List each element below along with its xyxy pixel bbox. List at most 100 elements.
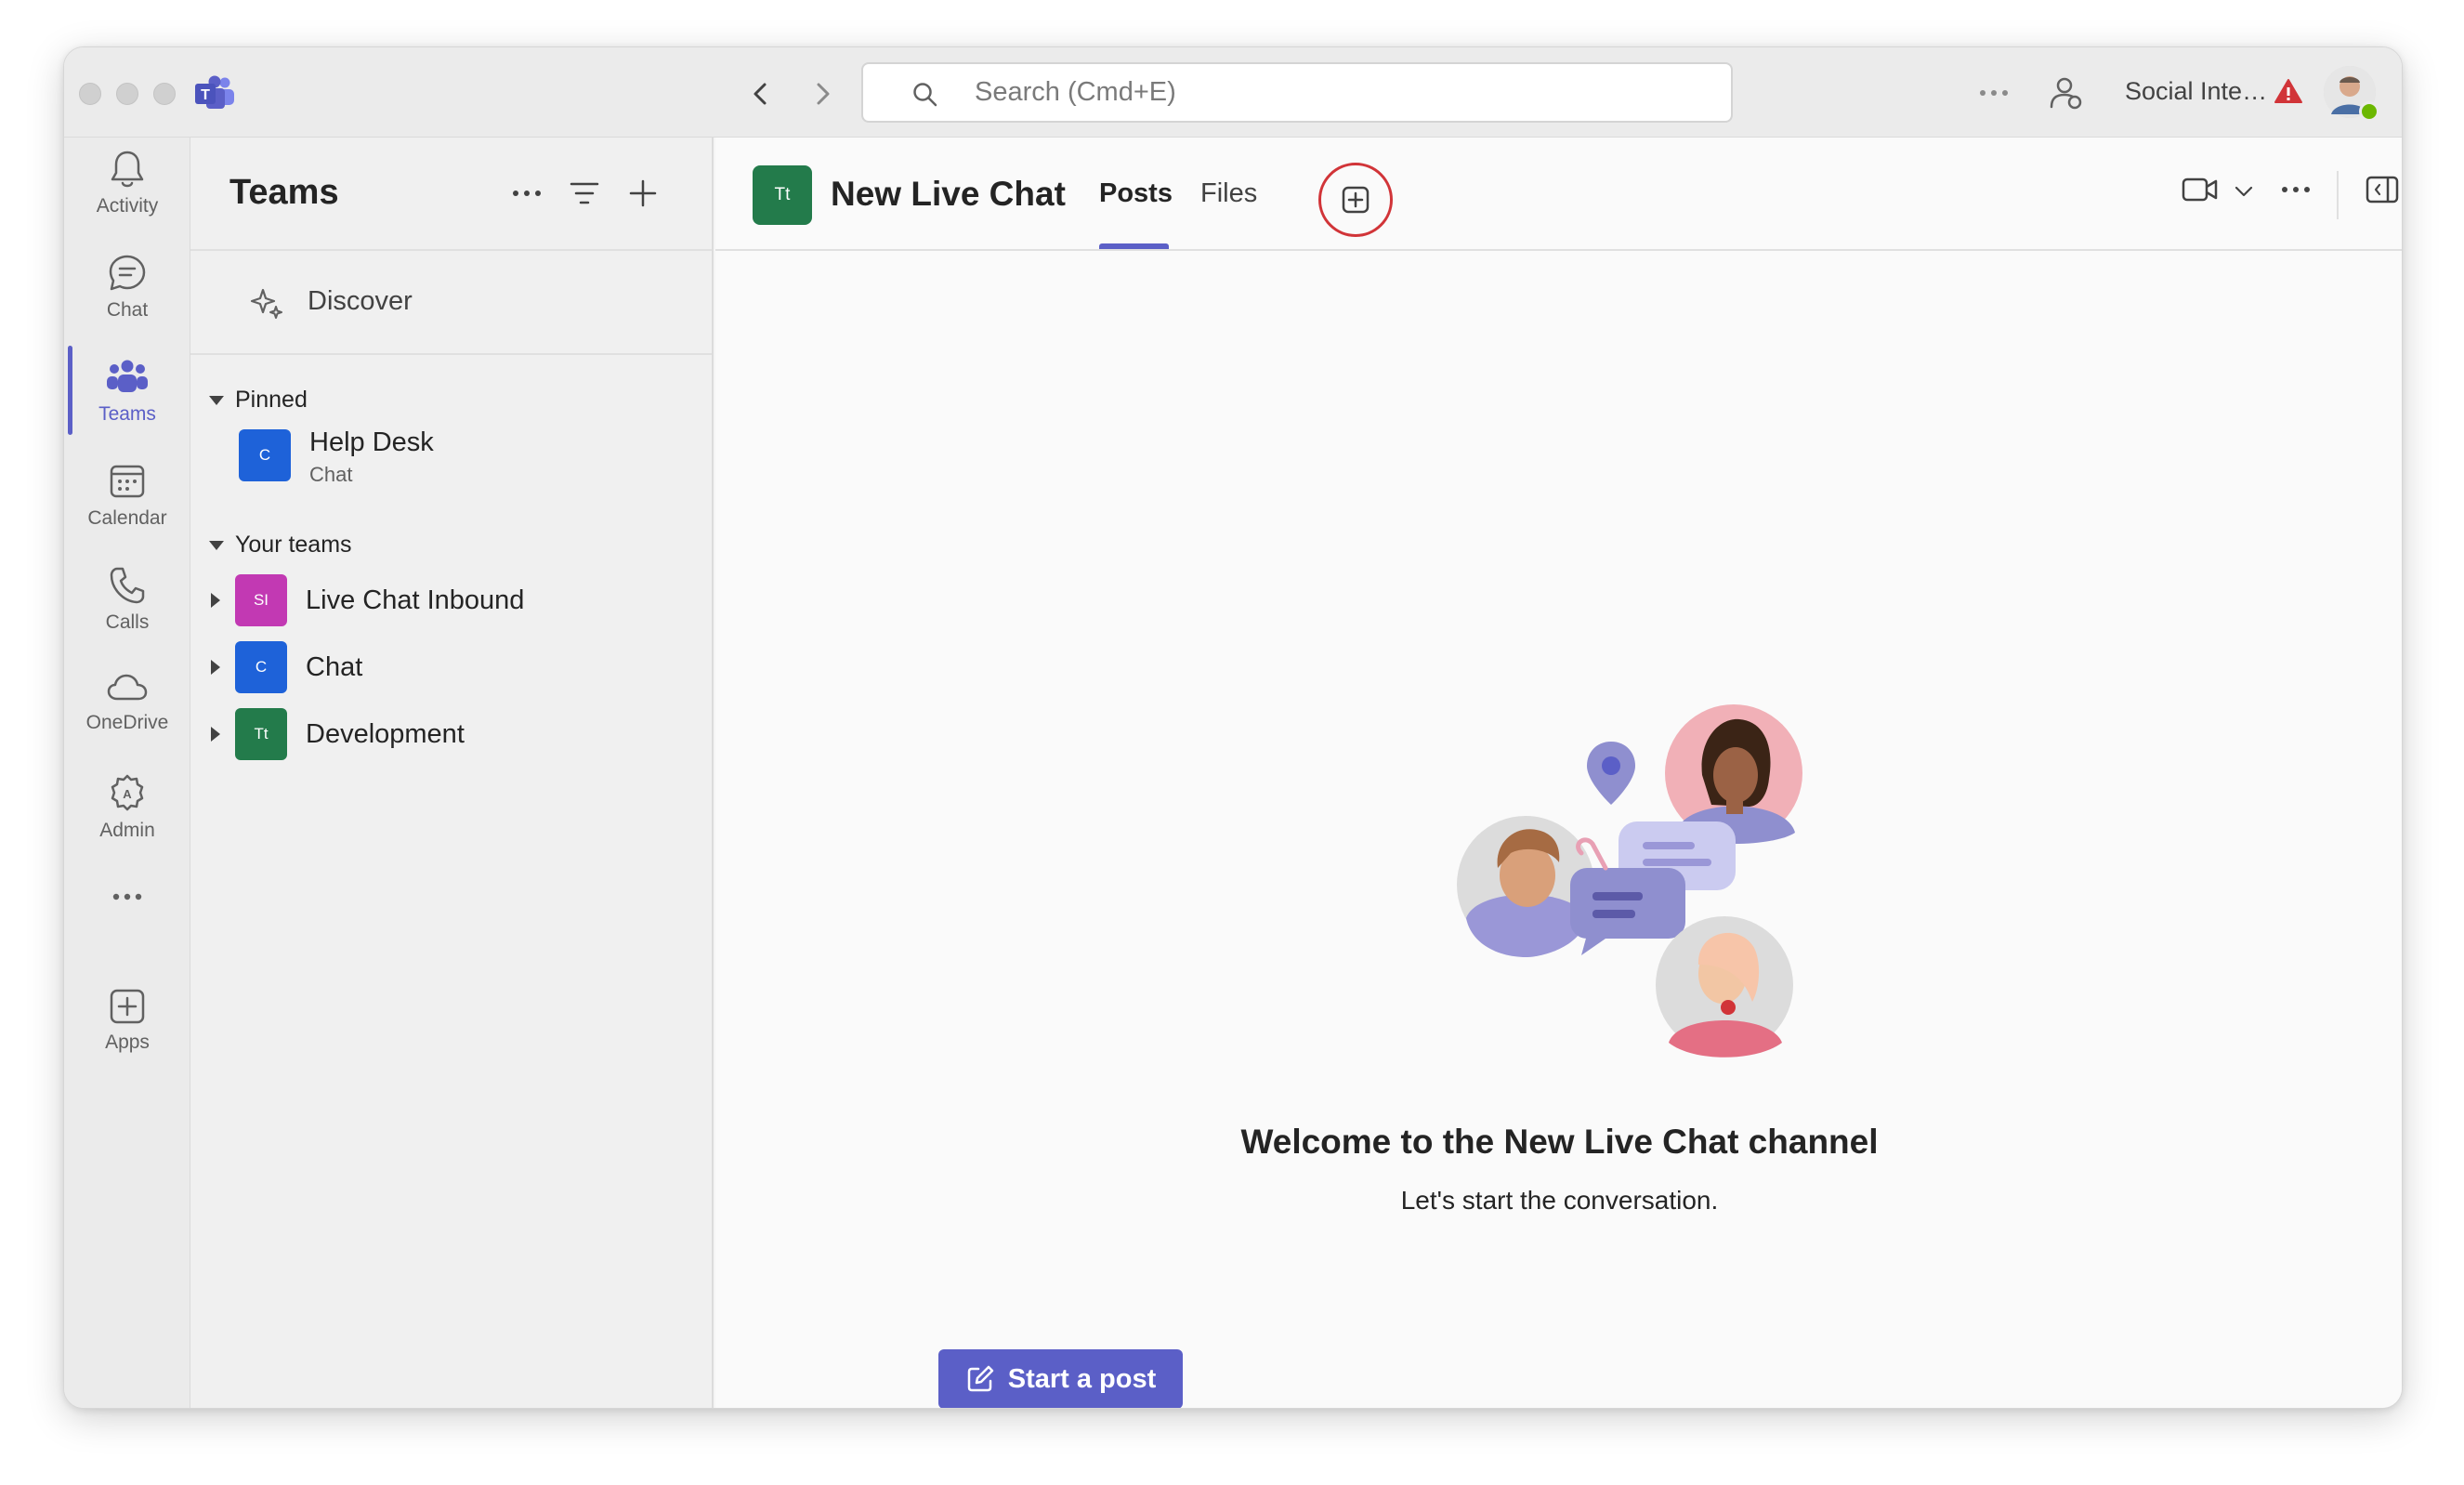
people-settings-icon[interactable] [2048,75,2085,111]
chevron-down-icon[interactable] [2234,184,2254,199]
rail-label: Teams [98,403,156,425]
compose-icon [967,1365,993,1392]
welcome-illustration-icon [1457,704,1802,1058]
org-name[interactable]: Social Inte… [2125,77,2267,106]
header-divider [2337,171,2339,219]
teams-logo-icon: T [195,75,234,109]
tab-files[interactable]: Files [1200,178,1257,209]
back-arrow-icon[interactable] [744,77,778,111]
rail-item-apps[interactable]: Apps [64,974,190,1067]
rail-item-calls[interactable]: Calls [64,554,190,647]
bell-icon [111,151,144,188]
rail-label: Chat [106,299,149,321]
add-tab-icon [1342,186,1370,214]
your-teams-section-header[interactable]: Your teams [209,532,352,559]
team-item-live-chat-inbound[interactable]: SI Live Chat Inbound [190,569,712,634]
start-post-button[interactable]: Start a post [938,1349,1183,1408]
team-name: Live Chat Inbound [306,585,525,615]
video-call-icon[interactable] [2182,175,2219,204]
pinned-name: Help Desk [309,427,434,457]
rail-label: Activity [96,195,159,217]
team-item-development[interactable]: Tt Development [190,703,712,768]
team-name: Chat [306,652,363,682]
panel-title: Teams [229,173,339,212]
expand-caret-icon[interactable] [211,660,220,675]
rail-label: Calendar [87,507,167,529]
team-avatar: Tt [235,708,287,760]
cloud-icon [107,674,148,701]
panel-header: Teams [190,138,712,251]
apps-icon [110,989,145,1024]
channel-title: New Live Chat [831,175,1066,213]
channel-avatar: Tt [753,165,812,225]
filter-button[interactable] [566,175,603,212]
add-tab-button[interactable] [1318,163,1393,237]
team-avatar: SI [235,574,287,626]
rail-more-button[interactable] [64,872,190,927]
more-icon [112,893,142,900]
phone-icon [110,567,145,604]
welcome-title: Welcome to the New Live Chat channel [1240,1123,1879,1161]
rail-label: Apps [105,1032,150,1053]
search-icon [913,83,937,107]
admin-icon: A [111,774,144,811]
app-rail: Activity Chat Teams Calendar Calls OneDr… [64,138,190,1408]
teams-panel: Teams Discover Pinned C Help Desk Chat Y… [190,138,714,1408]
section-label: Pinned [235,387,308,413]
rail-item-chat[interactable]: Chat [64,242,190,335]
expand-caret-icon[interactable] [211,727,220,742]
welcome-subtitle: Let's start the conversation. [1400,1186,1719,1215]
svg-text:A: A [123,787,132,801]
active-tab-indicator [1099,243,1169,249]
pinned-subtitle: Chat [309,463,353,486]
expand-caret-icon[interactable] [211,593,220,608]
teams-icon [107,360,148,392]
filter-icon [570,182,599,204]
search-input[interactable] [975,64,1699,121]
rail-label: Calls [105,611,150,633]
more-icon [513,191,541,196]
collapse-caret-icon [209,540,224,550]
window-zoom-button[interactable] [153,83,176,105]
team-avatar: C [239,429,291,481]
team-item-chat[interactable]: C Chat [190,636,712,701]
window-minimize-button[interactable] [116,83,138,105]
sparkle-icon [250,288,282,319]
title-bar: T Social Inte… [64,47,2402,138]
more-icon[interactable] [1978,79,2010,107]
rail-item-admin[interactable]: A Admin [64,762,190,855]
user-avatar[interactable] [2324,66,2379,122]
rail-item-calendar[interactable]: Calendar [64,450,190,543]
team-name: Development [306,719,465,749]
channel-header: Tt New Live Chat Posts Files [715,138,2402,251]
more-icon[interactable] [2280,184,2312,195]
teams-window: T Social Inte… [63,46,2403,1409]
discover-item[interactable]: Discover [190,251,712,355]
pinned-section-header[interactable]: Pinned [209,387,308,414]
pinned-item-help-desk[interactable]: C Help Desk Chat [190,426,712,500]
rail-item-teams[interactable]: Teams [64,346,190,439]
panel-more-button[interactable] [508,175,545,212]
discover-label: Discover [308,286,413,316]
svg-text:T: T [201,87,210,103]
start-post-label: Start a post [1007,1363,1157,1394]
collapse-caret-icon [209,395,224,405]
forward-arrow-icon[interactable] [806,77,839,111]
chat-icon [109,255,146,291]
rail-item-onedrive[interactable]: OneDrive [64,658,190,751]
calendar-icon [110,465,145,498]
section-label: Your teams [235,532,352,558]
team-avatar: C [235,641,287,693]
rail-label: Admin [99,820,155,841]
rail-label: OneDrive [85,712,169,733]
channel-main: Tt New Live Chat Posts Files Welcome to … [715,138,2402,1408]
tab-posts[interactable]: Posts [1099,178,1173,209]
search-box[interactable] [861,62,1733,123]
window-close-button[interactable] [79,83,101,105]
presence-available-badge [2359,101,2379,122]
rail-item-activity[interactable]: Activity [64,138,190,230]
side-panel-icon[interactable] [2366,175,2399,204]
plus-icon [629,179,657,207]
warning-icon[interactable] [2274,77,2303,105]
add-team-button[interactable] [624,175,662,212]
